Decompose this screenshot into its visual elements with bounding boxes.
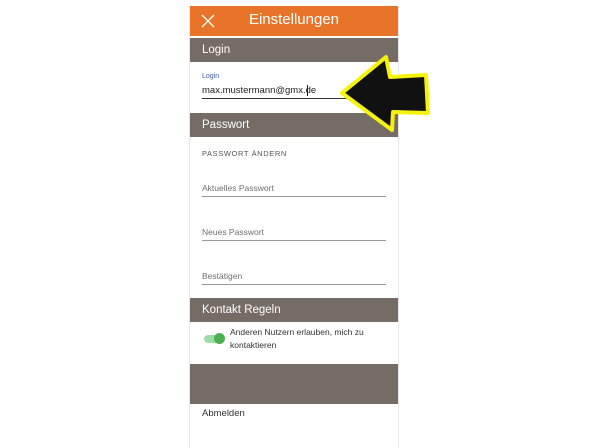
page-title: Einstellungen [248,11,340,28]
contact-toggle-label: Anderen Nutzern erlauben, mich zu kontak… [230,327,364,350]
section-spacer [190,364,398,404]
login-field-label: Login [202,73,220,80]
toggle-knob [214,333,225,344]
confirm-password-underline [202,284,386,285]
contact-toggle[interactable] [204,333,225,344]
login-field[interactable]: max.mustermann@gmx.de [202,85,316,96]
new-password-field[interactable]: Neues Passwort [202,227,264,237]
login-field-underline [202,98,352,99]
current-password-underline [202,196,386,197]
section-header-contact: Kontakt Regeln [190,298,398,322]
new-password-underline [202,240,386,241]
password-change-heading: PASSWORT ÄNDERN [202,149,287,158]
confirm-password-field[interactable]: Bestätigen [202,271,242,281]
logout-button[interactable]: Abmelden [202,408,245,419]
current-password-field[interactable]: Aktuelles Passwort [202,183,274,193]
text-cursor [307,85,308,96]
highlight-arrow-icon [340,55,430,132]
app-bar: Einstellungen [190,6,398,36]
